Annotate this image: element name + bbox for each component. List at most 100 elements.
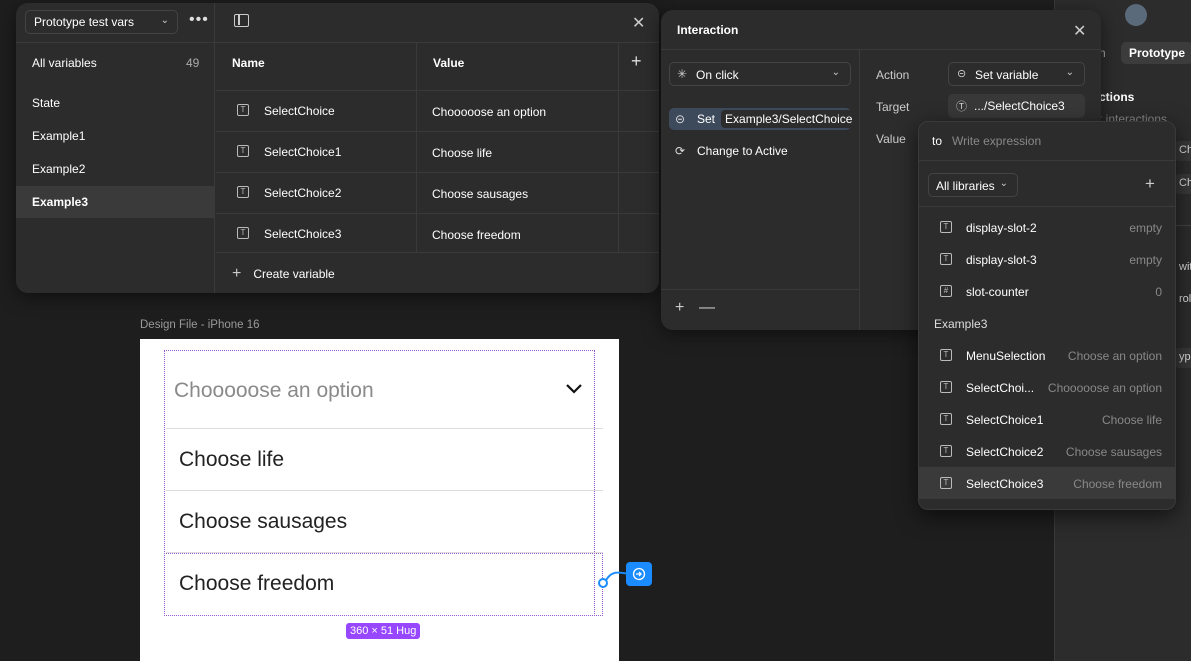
library-filter-value: All libraries xyxy=(936,179,995,193)
popup-divider xyxy=(919,206,1175,207)
variable-value[interactable]: Choose freedom xyxy=(432,228,521,242)
group-item-example3[interactable]: Example3 xyxy=(16,186,215,218)
set-variable-icon xyxy=(632,567,646,581)
variable-name: SelectChoice2 xyxy=(264,186,342,200)
action-select[interactable]: ⊝ Set variable ⌄ xyxy=(948,62,1085,86)
item-value: empty xyxy=(1129,221,1162,235)
create-variable-button[interactable]: + Create variable xyxy=(232,265,335,283)
action-item-change-to[interactable]: ⟳ Change to Active xyxy=(669,140,851,162)
panel-divider xyxy=(661,49,1101,50)
add-icon[interactable]: + xyxy=(1145,174,1155,194)
sidebar-field-4[interactable]: roll xyxy=(1175,290,1191,310)
variable-name: SelectChoice3 xyxy=(264,227,342,241)
close-icon[interactable]: ✕ xyxy=(632,13,645,33)
refresh-icon: ⟳ xyxy=(675,144,686,158)
trigger-select[interactable]: ✳ On click ⌄ xyxy=(669,62,851,86)
target-label: Target xyxy=(876,100,910,114)
option-row[interactable]: Choose sausages xyxy=(166,490,603,552)
target-value: .../SelectChoice3 xyxy=(974,99,1065,113)
item-value: Choose life xyxy=(1101,413,1162,427)
list-item[interactable]: T SelectChoice1 Choose life xyxy=(919,403,1175,435)
set-variable-badge[interactable] xyxy=(626,562,652,586)
panel-divider xyxy=(661,289,859,290)
panel-title: Interaction xyxy=(677,23,739,37)
all-variables-count: 49 xyxy=(186,56,200,70)
variables-panel: Prototype test vars ⌄ ••• All variables … xyxy=(16,3,659,293)
sidebar-field-3[interactable]: wit xyxy=(1175,258,1191,278)
variable-value[interactable]: Choose life xyxy=(432,146,492,160)
selected-option-outline xyxy=(164,553,603,616)
text-type-icon: T xyxy=(940,413,952,425)
interactions-section-title: ctions xyxy=(1099,90,1135,104)
text-type-icon: T xyxy=(237,186,249,198)
add-action-icon[interactable]: + xyxy=(675,299,684,317)
item-value: 0 xyxy=(1155,285,1162,299)
trigger-value: On click xyxy=(696,68,739,82)
text-type-icon: Ⓣ xyxy=(956,101,967,113)
value-label: Value xyxy=(876,132,906,146)
expression-input[interactable] xyxy=(952,134,1152,148)
list-item[interactable]: T SelectChoice2 Choose sausages xyxy=(919,435,1175,467)
action-item-set-variable[interactable]: ⊝ Set Example3/SelectChoice xyxy=(669,108,857,130)
group-item-state[interactable]: State xyxy=(16,87,215,119)
add-column-icon[interactable]: + xyxy=(631,51,642,72)
text-type-icon: T xyxy=(940,349,952,361)
chevron-down-icon xyxy=(566,384,582,394)
variable-value[interactable]: Choose sausages xyxy=(432,187,528,201)
item-value: empty xyxy=(1129,253,1162,267)
group-item-example1[interactable]: Example1 xyxy=(16,120,215,152)
close-icon[interactable]: ✕ xyxy=(1073,21,1086,41)
list-item[interactable]: T display-slot-2 empty xyxy=(919,211,1175,243)
sidebar-toggle-icon[interactable] xyxy=(234,14,249,27)
sidebar-divider xyxy=(1175,225,1191,226)
all-variables-label[interactable]: All variables xyxy=(32,56,97,70)
table-row[interactable]: T SelectChoice3 Choose freedom xyxy=(216,213,659,253)
list-item[interactable]: T SelectChoi... Chooooose an option xyxy=(919,371,1175,403)
frame-label[interactable]: Design File - iPhone 16 xyxy=(140,319,260,331)
chevron-down-icon: ⌄ xyxy=(160,15,169,26)
set-variable-icon: ⊝ xyxy=(675,112,686,126)
variable-name: SelectChoice1 xyxy=(264,145,342,159)
action-target-tag: Example3/SelectChoice xyxy=(721,110,857,128)
sidebar-field-1[interactable]: Ch xyxy=(1175,141,1191,161)
text-type-icon: T xyxy=(940,221,952,233)
sidebar-field-5[interactable]: ype xyxy=(1175,348,1191,368)
action-label: Action xyxy=(876,68,910,82)
text-type-icon: T xyxy=(237,145,249,157)
variables-table: ✕ Name Value + T SelectChoice Chooooose … xyxy=(216,3,659,293)
tab-prototype[interactable]: Prototype xyxy=(1121,42,1191,64)
collection-name: Prototype test vars xyxy=(34,15,135,29)
list-item[interactable]: T MenuSelection Choose an option xyxy=(919,339,1175,371)
list-item[interactable]: T display-slot-3 empty xyxy=(919,243,1175,275)
table-row[interactable]: T SelectChoice2 Choose sausages xyxy=(216,172,659,213)
table-row[interactable]: T SelectChoice1 Choose life xyxy=(216,131,659,172)
variable-value[interactable]: Chooooose an option xyxy=(432,105,546,119)
collection-select[interactable]: Prototype test vars ⌄ xyxy=(25,10,178,34)
avatar[interactable] xyxy=(1125,4,1147,26)
set-variable-icon: ⊝ xyxy=(957,68,967,80)
more-options-icon[interactable]: ••• xyxy=(189,11,209,29)
option-label: Choose sausages xyxy=(179,509,348,533)
item-value: Chooooose an option xyxy=(1047,381,1162,395)
action-label: Change to Active xyxy=(697,144,788,158)
text-type-icon: T xyxy=(237,227,249,239)
action-label: Set xyxy=(697,112,716,126)
table-row[interactable]: T SelectChoice Chooooose an option xyxy=(216,90,659,131)
sidebar-field-2[interactable]: Ch xyxy=(1175,174,1191,194)
prototype-connection-node[interactable] xyxy=(598,578,608,588)
list-item[interactable]: # slot-counter 0 xyxy=(919,275,1175,307)
group-item-example2[interactable]: Example2 xyxy=(16,153,215,185)
chevron-down-icon: ⌄ xyxy=(831,67,840,78)
text-type-icon: T xyxy=(237,104,249,116)
column-header-value: Value xyxy=(433,56,465,70)
target-field[interactable]: Ⓣ .../SelectChoice3 xyxy=(948,94,1085,118)
option-row[interactable]: Choose life xyxy=(166,428,603,490)
list-item[interactable]: T SelectChoice3 Choose freedom xyxy=(919,467,1175,499)
remove-action-icon[interactable]: — xyxy=(699,299,715,317)
library-filter-select[interactable]: All libraries ⌄ xyxy=(928,173,1018,197)
item-name: display-slot-3 xyxy=(966,253,1037,267)
create-variable-label: Create variable xyxy=(253,267,335,281)
size-badge: 360 × 51 Hug xyxy=(346,623,421,639)
column-header-name: Name xyxy=(232,56,265,70)
dropdown-placeholder[interactable]: Chooooose an option xyxy=(166,354,591,428)
